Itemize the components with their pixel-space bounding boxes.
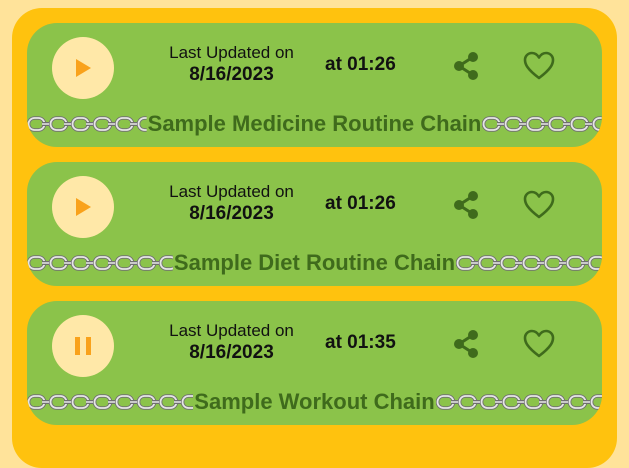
last-updated-date: 8/16/2023 [189,64,274,85]
chain-title-row: Sample Diet Routine Chain [27,250,602,276]
heart-outline-icon [523,329,555,358]
favorite-button[interactable] [522,328,556,360]
share-icon [454,330,478,358]
play-icon [76,198,91,216]
favorite-button[interactable] [522,189,556,221]
chain-decoration-left [27,392,194,412]
heart-outline-icon [523,51,555,80]
last-updated-time: at 01:35 [325,332,396,353]
chain-decoration-right [482,114,602,134]
share-button[interactable] [450,50,482,82]
routine-title: Sample Workout Chain [194,389,435,414]
last-updated-label: Last Updated on [169,43,294,62]
last-updated: Last Updated on 8/16/2023 [153,320,310,364]
chain-decoration-right [456,253,602,273]
chain-title-row: Sample Medicine Routine Chain [27,111,602,137]
pause-button[interactable] [52,315,114,377]
last-updated-time: at 01:26 [325,193,396,214]
routine-title: Sample Diet Routine Chain [173,250,456,275]
favorite-button[interactable] [522,50,556,82]
last-updated: Last Updated on 8/16/2023 [153,181,310,225]
play-icon [76,59,91,77]
chain-decoration-left [27,253,173,273]
last-updated: Last Updated on 8/16/2023 [153,42,310,86]
play-button[interactable] [52,176,114,238]
last-updated-time: at 01:26 [325,54,396,75]
heart-outline-icon [523,190,555,219]
share-icon [454,191,478,219]
share-icon [454,52,478,80]
chain-title-row: Sample Workout Chain [27,389,602,415]
routine-title: Sample Medicine Routine Chain [147,111,482,136]
chain-decoration-left [27,114,147,134]
last-updated-label: Last Updated on [169,321,294,340]
routine-card[interactable]: Last Updated on 8/16/2023 at 01:26 Sampl… [27,23,602,147]
play-button[interactable] [52,37,114,99]
pause-icon [75,337,91,355]
share-button[interactable] [450,189,482,221]
last-updated-label: Last Updated on [169,182,294,201]
last-updated-date: 8/16/2023 [189,342,274,363]
share-button[interactable] [450,328,482,360]
last-updated-date: 8/16/2023 [189,203,274,224]
routine-card[interactable]: Last Updated on 8/16/2023 at 01:26 Sampl… [27,162,602,286]
routine-card[interactable]: Last Updated on 8/16/2023 at 01:35 Sampl… [27,301,602,425]
chain-decoration-right [435,392,602,412]
